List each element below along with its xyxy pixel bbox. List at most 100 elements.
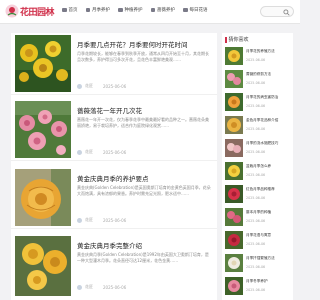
nav-label: 每日花语	[189, 8, 208, 13]
nav-label: 首页	[68, 8, 78, 13]
sidebar-item[interactable]: 盆栽月季怎么养 2025-06-06	[225, 162, 291, 184]
article-date: 2025-06-06	[103, 284, 127, 290]
sidebar-item[interactable]: 藤本月季的种植 2025-06-06	[225, 208, 291, 230]
sidebar-item[interactable]: 月季花语与寓意 2025-06-06	[225, 231, 291, 253]
article-card[interactable]: 蔷薇落花一年开几次花 蔷薇花一年开一次花，仅为春季花季中最美最好看的品种之一。蔷…	[11, 99, 217, 161]
sidebar-thumbnail[interactable]	[225, 185, 243, 203]
sidebar-item-title[interactable]: 月季冬季养护	[246, 279, 291, 284]
sidebar-item-title[interactable]: 蔷薇的修剪方法	[246, 72, 291, 77]
sidebar-item[interactable]: 月季冬季养护 2025-06-06	[225, 277, 291, 299]
sidebar-item-date: 2025-06-06	[246, 104, 266, 108]
nav-home[interactable]: 首页	[62, 7, 78, 13]
sidebar-item[interactable]: 金色月季花品种介绍 2025-06-06	[225, 116, 291, 138]
avatar	[77, 284, 82, 290]
article-title[interactable]: 蔷薇落花一年开几次花	[77, 105, 142, 115]
article-card[interactable]: 黄金庆典月季的养护要点 黄金庆典(Golden Celebration)是英国奥…	[11, 167, 217, 229]
article-date: 2025-06-06	[103, 83, 127, 89]
sidebar-item-date: 2025-06-06	[246, 288, 266, 292]
avatar	[77, 83, 82, 89]
article-card[interactable]: 黄金庆典月季完整介绍 黄金庆典月季(Golden Celebration)是19…	[11, 234, 217, 296]
sidebar-item[interactable]: 月季花的养殖方法 2025-06-06	[225, 47, 291, 69]
sidebar-item-title[interactable]: 月季的浇水施肥技巧	[246, 141, 291, 146]
article-thumbnail[interactable]	[15, 169, 71, 226]
flower-icon	[85, 7, 90, 13]
home-icon	[62, 7, 67, 13]
sidebar-thumbnail[interactable]	[225, 70, 243, 88]
sidebar-item[interactable]: 月季扦插繁殖方法 2025-06-06	[225, 254, 291, 276]
sidebar-item[interactable]: 蔷薇的修剪方法 2025-06-06	[225, 70, 291, 92]
sidebar-item-date: 2025-06-06	[246, 173, 266, 177]
article-date: 2025-06-06	[103, 217, 127, 223]
sidebar-item-date: 2025-06-06	[246, 265, 266, 269]
sidebar-heading-text: 猜你喜欢	[228, 37, 249, 43]
nav-label: 种植养护	[124, 8, 143, 13]
sidebar-item-title[interactable]: 月季扦插繁殖方法	[246, 256, 291, 261]
article-meta: 花匠 2025-06-06	[77, 284, 126, 290]
article-author: 花匠	[85, 217, 93, 222]
sidebar-item-title[interactable]: 月季花的病虫害防治	[246, 95, 291, 100]
article-title[interactable]: 黄金庆典月季完整介绍	[77, 240, 142, 250]
sidebar-item-date: 2025-06-06	[246, 219, 266, 223]
search-icon[interactable]	[283, 9, 290, 16]
article-author: 花匠	[85, 284, 93, 289]
sidebar-thumbnail[interactable]	[225, 47, 243, 65]
sidebar-item-date: 2025-06-06	[246, 150, 266, 154]
sidebar-item-title[interactable]: 藤本月季的种植	[246, 210, 291, 215]
main-nav: 首页 月季养护 种植养护 蔷薇养护 每日花语	[62, 7, 216, 13]
article-thumbnail[interactable]	[15, 101, 71, 158]
sidebar-item-title[interactable]: 红色月季品种推荐	[246, 187, 291, 192]
article-list: 月季要几点开花？月季要何时开花时间 月季花期较长，能够在春季到秋季开放，通常从四…	[11, 33, 217, 300]
article-meta: 花匠 2025-06-06	[77, 83, 126, 89]
article-author: 花匠	[85, 83, 93, 88]
article-excerpt: 月季花期较长，能够在春季到秋季开放，通常从四月开始至十月，其花期长且次数多，养护…	[77, 51, 209, 62]
sidebar-item[interactable]: 月季的浇水施肥技巧 2025-06-06	[225, 139, 291, 161]
article-date: 2025-06-06	[103, 149, 127, 155]
article-excerpt: 黄金庆典(Golden Celebration)是英国奥斯汀培育的金黄色英国月季…	[77, 185, 211, 196]
sidebar-item-title[interactable]: 金色月季花品种介绍	[246, 118, 291, 123]
avatar	[77, 149, 82, 155]
sidebar-item[interactable]: 月季花的病虫害防治 2025-06-06	[225, 93, 291, 115]
top-navigation-bar: 花田园林 首页 月季养护 种植养护 蔷薇养护 每日花语	[0, 0, 300, 24]
sidebar-thumbnail[interactable]	[225, 93, 243, 111]
nav-daily-flower-language[interactable]: 每日花语	[183, 7, 208, 13]
sidebar-thumbnail[interactable]	[225, 139, 243, 157]
logo-icon[interactable]	[5, 4, 19, 18]
sidebar-recommendations: 猜你喜欢 月季花的养殖方法 2025-06-06 蔷薇的修剪方法 2025-06…	[222, 33, 293, 300]
sidebar-heading: 猜你喜欢	[225, 36, 249, 43]
article-card[interactable]: 月季要几点开花？月季要何时开花时间 月季花期较长，能够在春季到秋季开放，通常从四…	[11, 33, 217, 95]
sidebar-thumbnail[interactable]	[225, 116, 243, 134]
rose-icon	[150, 7, 155, 13]
sidebar-item-title[interactable]: 月季花语与寓意	[246, 233, 291, 238]
article-meta: 花匠 2025-06-06	[77, 217, 126, 223]
article-meta: 花匠 2025-06-06	[77, 149, 126, 155]
article-thumbnail[interactable]	[15, 236, 71, 296]
search-box[interactable]	[260, 6, 294, 17]
sidebar-item-title[interactable]: 盆栽月季怎么养	[246, 164, 291, 169]
sidebar-item[interactable]: 红色月季品种推荐 2025-06-06	[225, 185, 291, 207]
article-thumbnail[interactable]	[15, 35, 71, 92]
nav-rose-care[interactable]: 月季养护	[85, 7, 110, 13]
nav-label: 蔷薇养护	[157, 8, 175, 13]
book-icon	[183, 7, 188, 13]
sidebar-item-date: 2025-06-06	[246, 58, 266, 62]
leaf-icon	[118, 7, 123, 13]
sidebar-thumbnail[interactable]	[225, 254, 243, 272]
sidebar-thumbnail[interactable]	[225, 208, 243, 226]
avatar	[77, 217, 82, 223]
sidebar-thumbnail[interactable]	[225, 231, 243, 249]
sidebar-item-date: 2025-06-06	[246, 127, 266, 131]
article-title[interactable]: 月季要几点开花？月季要何时开花时间	[77, 39, 188, 49]
sidebar-item-date: 2025-06-06	[246, 81, 266, 85]
article-excerpt: 蔷薇花一年开一次花，仅为春季花季中最美最好看的品种之一。蔷薇花朵美丽娇艳，易于栽…	[77, 117, 209, 128]
nav-label: 月季养护	[92, 8, 110, 13]
sidebar-thumbnail[interactable]	[225, 277, 243, 295]
article-excerpt: 黄金庆典月季(Golden Celebration)是1992年由英国大卫奥斯汀…	[77, 252, 209, 263]
nav-rambler-care[interactable]: 蔷薇养护	[150, 7, 175, 13]
heading-accent	[225, 36, 227, 43]
sidebar-item-date: 2025-06-06	[246, 196, 266, 200]
nav-planting-care[interactable]: 种植养护	[118, 7, 143, 13]
article-title[interactable]: 黄金庆典月季的养护要点	[77, 173, 149, 183]
site-logo-text[interactable]: 花田园林	[20, 5, 55, 18]
sidebar-thumbnail[interactable]	[225, 162, 243, 180]
sidebar-item-title[interactable]: 月季花的养殖方法	[246, 49, 291, 54]
